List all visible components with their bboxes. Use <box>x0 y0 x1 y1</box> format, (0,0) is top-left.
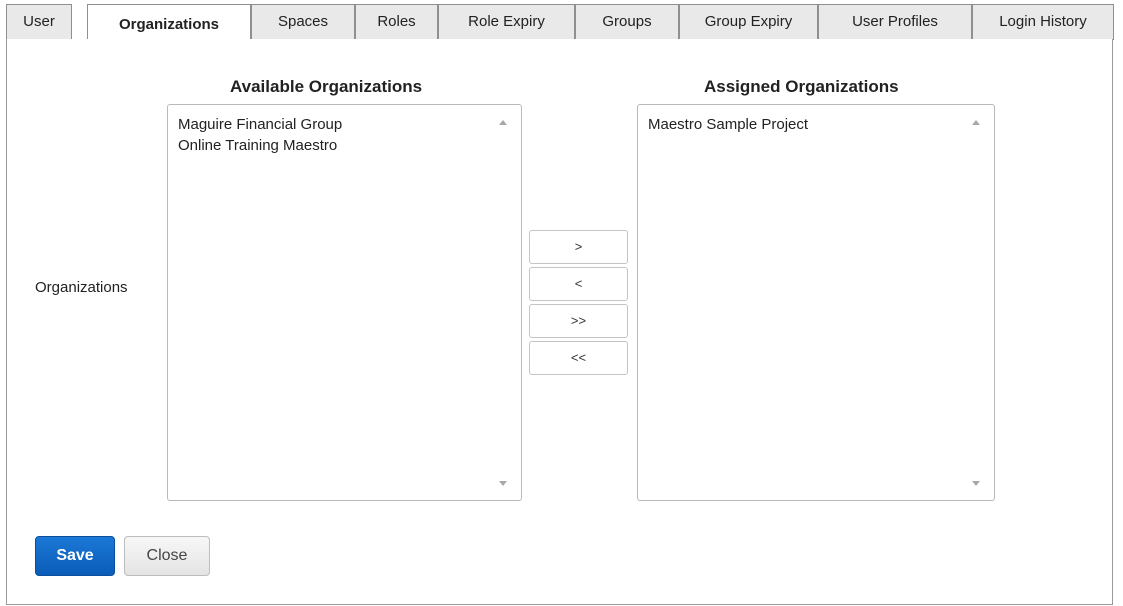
tab-bar: User Organizations Spaces Roles Role Exp… <box>0 0 1123 45</box>
move-selected-left-button[interactable]: < <box>529 267 628 301</box>
tab-role-expiry[interactable]: Role Expiry <box>438 4 575 40</box>
organizations-field-label: Organizations <box>35 279 128 296</box>
tab-group-expiry[interactable]: Group Expiry <box>679 4 818 40</box>
tab-user-profiles[interactable]: User Profiles <box>818 4 972 40</box>
tab-spaces[interactable]: Spaces <box>251 4 355 40</box>
assigned-organizations-heading: Assigned Organizations <box>704 77 899 96</box>
available-organizations-heading: Available Organizations <box>230 77 423 96</box>
tab-roles[interactable]: Roles <box>355 4 438 40</box>
available-organizations-list[interactable]: Maguire Financial Group Online Training … <box>167 104 522 501</box>
list-item[interactable]: Online Training Maestro <box>178 135 342 156</box>
available-items: Maguire Financial Group Online Training … <box>178 114 342 156</box>
scroll-down-arrow-icon[interactable] <box>972 481 980 486</box>
scroll-up-arrow-icon[interactable] <box>972 120 980 125</box>
list-item[interactable]: Maestro Sample Project <box>648 114 808 135</box>
tab-user[interactable]: User <box>6 4 72 40</box>
save-button[interactable]: Save <box>35 536 115 576</box>
scroll-down-arrow-icon[interactable] <box>499 481 507 486</box>
scroll-up-arrow-icon[interactable] <box>499 120 507 125</box>
assigned-organizations-list[interactable]: Maestro Sample Project <box>637 104 995 501</box>
move-all-left-button[interactable]: << <box>529 341 628 375</box>
tab-groups[interactable]: Groups <box>575 4 679 40</box>
move-all-right-button[interactable]: >> <box>529 304 628 338</box>
tab-login-history[interactable]: Login History <box>972 4 1114 40</box>
move-selected-right-button[interactable]: > <box>529 230 628 264</box>
assigned-items: Maestro Sample Project <box>648 114 808 135</box>
list-item[interactable]: Maguire Financial Group <box>178 114 342 135</box>
close-button[interactable]: Close <box>124 536 210 576</box>
